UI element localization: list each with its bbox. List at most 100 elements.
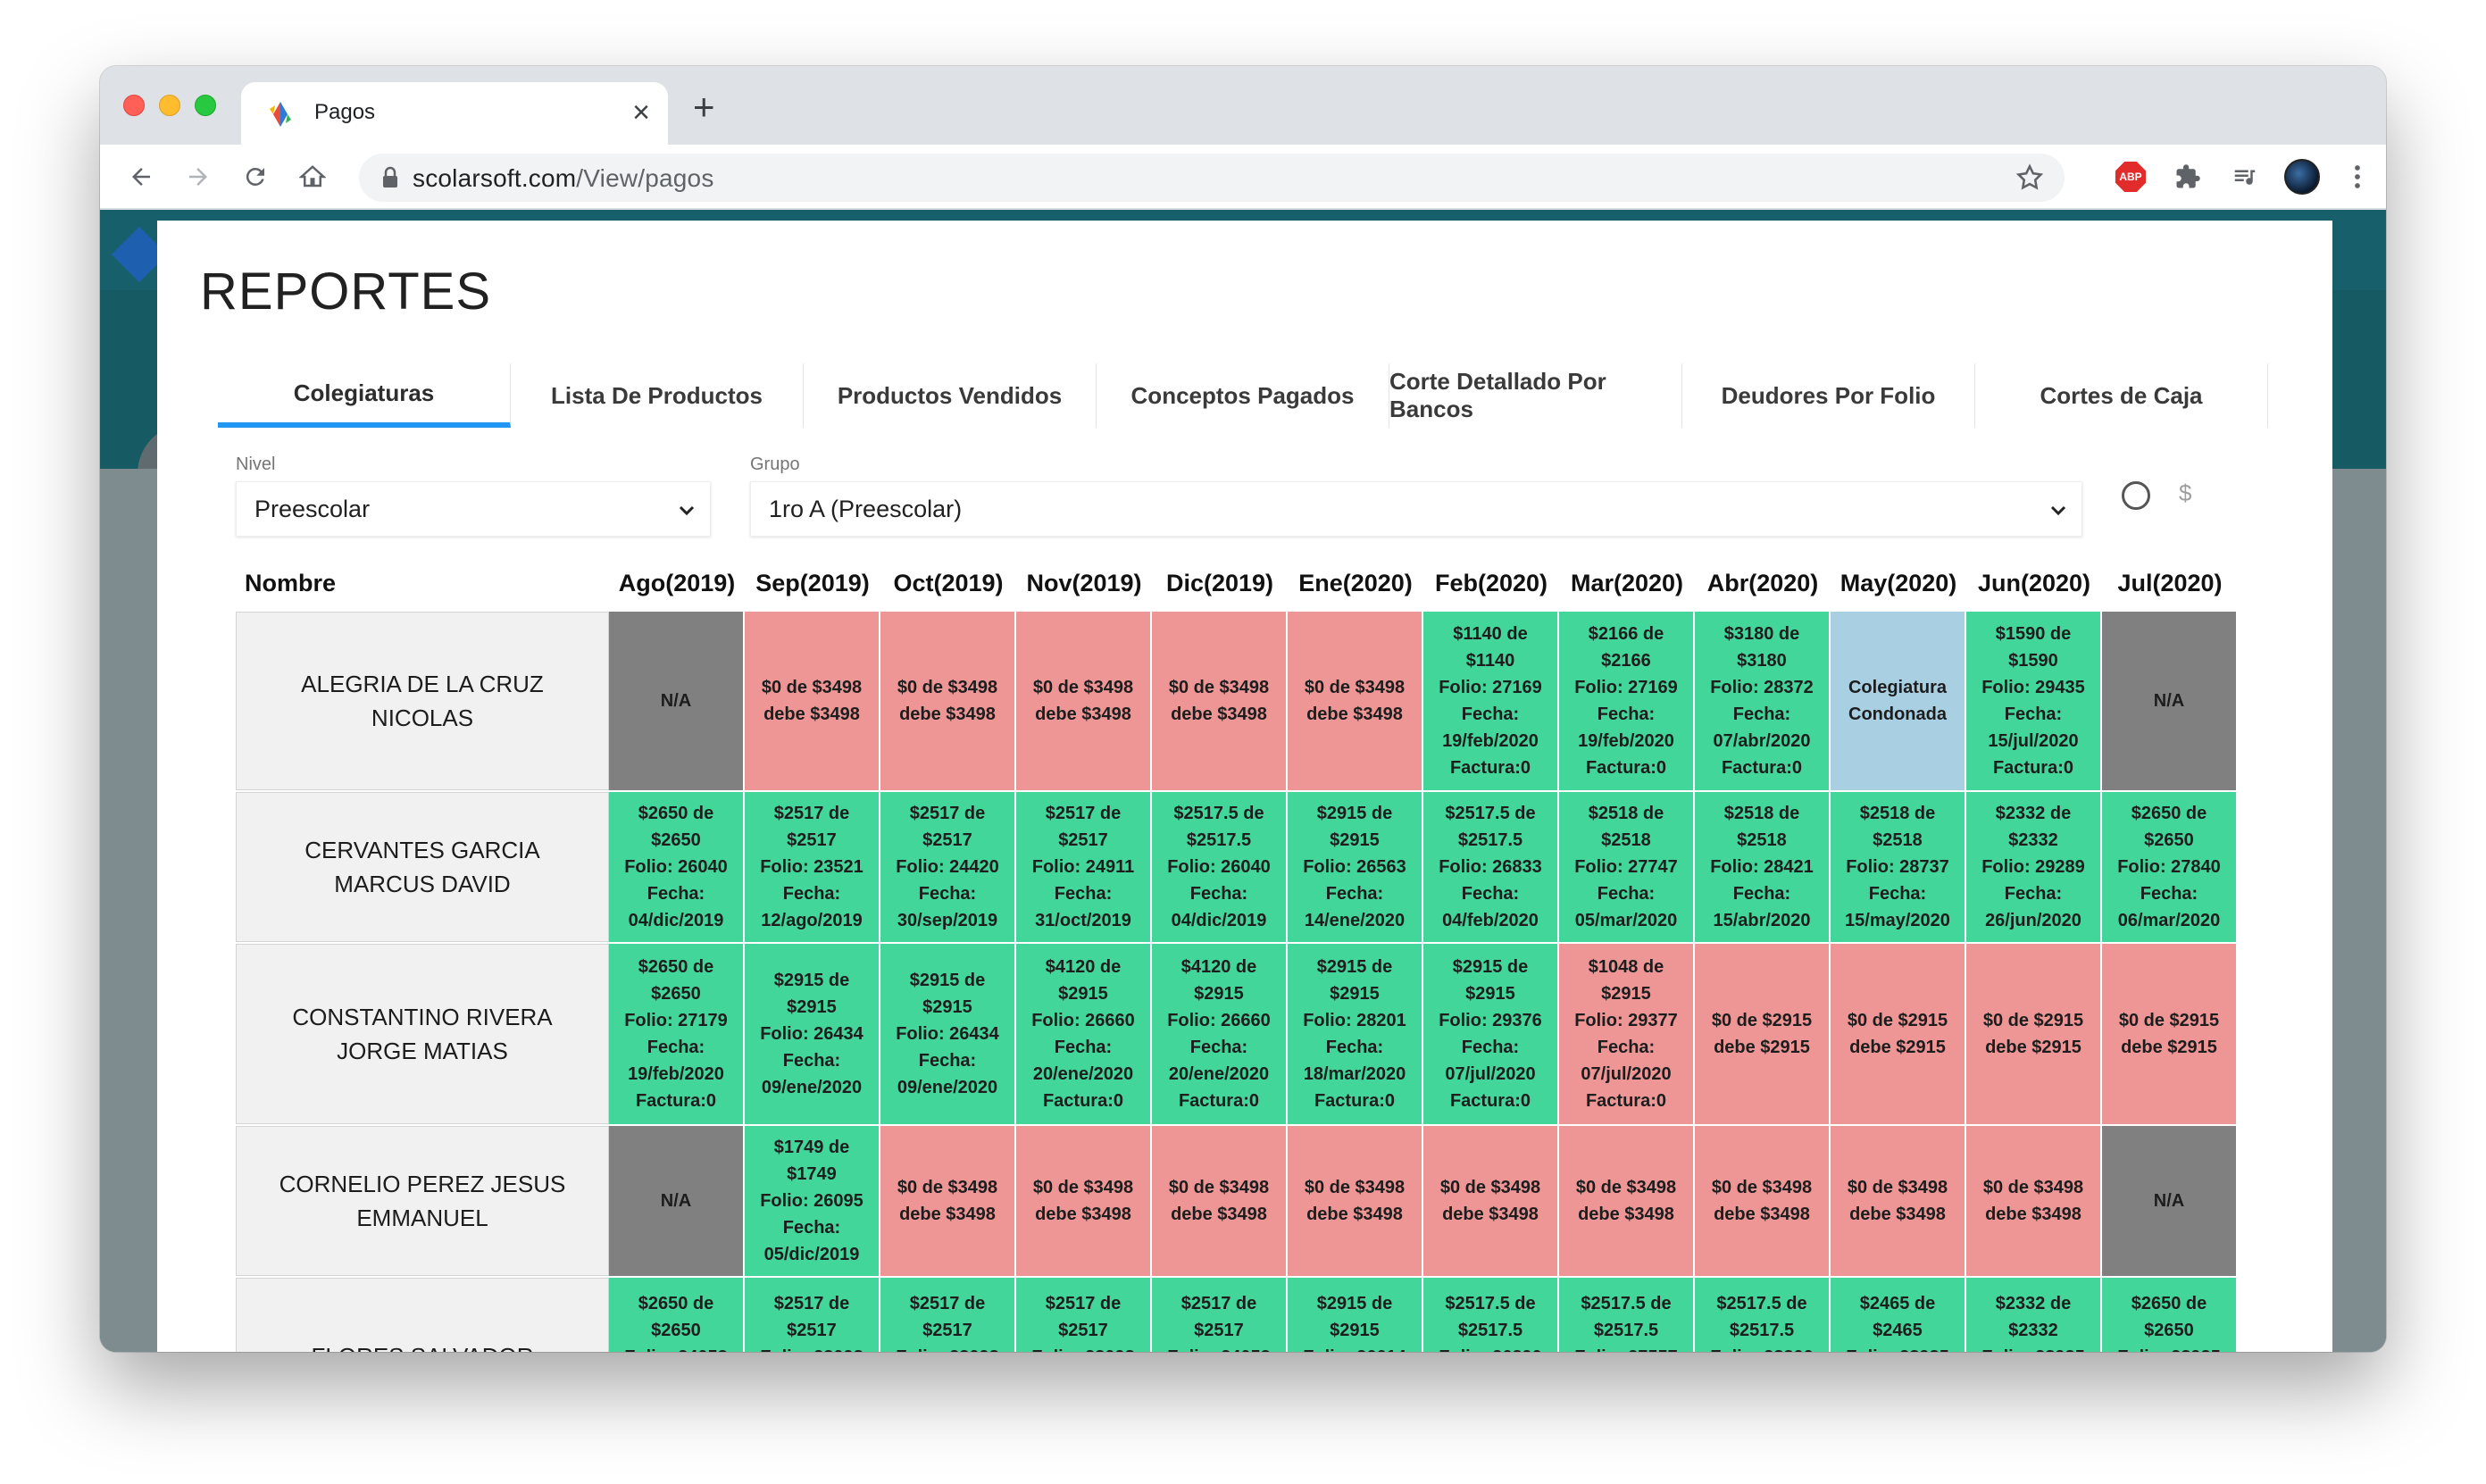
forward-icon[interactable] — [180, 159, 216, 195]
column-header-month: Jun(2020) — [1977, 569, 2091, 596]
payment-cell[interactable]: $0 de $3498 debe $3498 — [1288, 1126, 1423, 1276]
payment-cell[interactable]: $2517.5 de $2517.5 Folio: 28300 — [1695, 1278, 1831, 1352]
grupo-select[interactable]: 1ro A (Preescolar) — [750, 481, 2082, 537]
payment-cell[interactable]: $0 de $2915 debe $2915 — [1966, 944, 2102, 1124]
tab-conceptos-pagados[interactable]: Conceptos Pagados — [1097, 363, 1389, 428]
payment-cell[interactable]: N/A — [2102, 612, 2238, 790]
table-row[interactable]: CORNELIO PEREZ JESUS EMMANUEL N/A $1749 de… — [236, 1126, 2254, 1278]
back-icon[interactable] — [123, 159, 159, 195]
payment-cell[interactable]: $2518 de $2518 Folio: 28737 Fecha: 15/ma… — [1831, 792, 1966, 942]
new-tab-icon[interactable]: + — [693, 88, 715, 126]
payment-cell[interactable]: $2517 de $2517 Folio: 23098 — [1016, 1278, 1152, 1352]
payment-cell[interactable]: $2517.5 de $2517.5 Folio: 26833 Fecha: 0… — [1423, 792, 1559, 942]
payment-cell[interactable]: $0 de $3498 debe $3498 — [1966, 1126, 2102, 1276]
table-row[interactable]: CONSTANTINO RIVERA JORGE MATIAS $2650 de … — [236, 944, 2254, 1126]
payment-cell[interactable]: $2517 de $2517 Folio: 24053 — [1152, 1278, 1288, 1352]
payment-cell[interactable]: $2650 de $2650 Folio: 27840 Fecha: 06/ma… — [2102, 792, 2238, 942]
minimize-window-button[interactable] — [159, 95, 180, 116]
column-header-month: Oct(2019) — [893, 569, 1004, 596]
payment-cell[interactable]: $3180 de $3180 Folio: 28372 Fecha: 07/ab… — [1695, 612, 1831, 790]
tab-colegiaturas[interactable]: Colegiaturas — [218, 363, 511, 428]
payment-cell[interactable]: $2518 de $2518 Folio: 28421 Fecha: 15/ab… — [1695, 792, 1831, 942]
puzzle-icon[interactable] — [2170, 159, 2206, 195]
payment-cell[interactable]: $2650 de $2650 Folio: 26040 Fecha: 04/di… — [609, 792, 745, 942]
media-icon[interactable] — [2227, 159, 2263, 195]
table-row[interactable]: ALEGRIA DE LA CRUZ NICOLAS N/A $0 de $3498… — [236, 612, 2254, 792]
payment-cell[interactable]: $1749 de $1749 Folio: 26095 Fecha: 05/di… — [745, 1126, 880, 1276]
payment-cell[interactable]: $2915 de $2915 Folio: 29376 Fecha: 07/ju… — [1423, 944, 1559, 1124]
column-header-month: May(2020) — [1839, 569, 1957, 596]
payment-cell[interactable]: $0 de $2915 debe $2915 — [2102, 944, 2238, 1124]
payment-cell[interactable]: $2517.5 de $2517.5 Folio: 26890 — [1423, 1278, 1559, 1352]
payment-cell[interactable]: $2518 de $2518 Folio: 27747 Fecha: 05/ma… — [1559, 792, 1695, 942]
payment-cell[interactable]: N/A — [609, 612, 745, 790]
page-title: REPORTES — [200, 263, 492, 321]
nivel-select[interactable]: Preescolar — [236, 481, 711, 537]
tab-deudores-por-folio[interactable]: Deudores Por Folio — [1682, 363, 1975, 428]
payment-cell[interactable]: $2915 de $2915 Folio: 28201 Fecha: 18/ma… — [1288, 944, 1423, 1124]
profile-avatar[interactable] — [2284, 159, 2320, 195]
tab-close-icon[interactable]: × — [632, 95, 650, 130]
payment-cell[interactable]: $0 de $3498 debe $3498 — [1016, 612, 1152, 790]
chevron-down-icon — [679, 505, 695, 516]
payment-cell[interactable]: $2517 de $2517 Folio: 24911 Fecha: 31/oc… — [1016, 792, 1152, 942]
payment-cell[interactable]: $2517.5 de $2517.5 Folio: 27557 — [1559, 1278, 1695, 1352]
home-icon[interactable] — [295, 159, 330, 195]
payment-cell[interactable]: $2915 de $2915 Folio: 26434 Fecha: 09/en… — [880, 944, 1016, 1124]
payment-cell[interactable]: $0 de $3498 debe $3498 — [1152, 1126, 1288, 1276]
payment-cell[interactable]: $0 de $2915 debe $2915 — [1831, 944, 1966, 1124]
payment-cell[interactable]: $2332 de $2332 Folio: 28985 — [1966, 1278, 2102, 1352]
tab-productos-vendidos[interactable]: Productos Vendidos — [804, 363, 1097, 428]
payment-cell[interactable]: $2517 de $2517 Folio: 23521 Fecha: 12/ag… — [745, 792, 880, 942]
payment-cell[interactable]: $0 de $3498 debe $3498 — [880, 1126, 1016, 1276]
payment-cell[interactable]: $0 de $3498 debe $3498 — [1016, 1126, 1152, 1276]
tab-corte-detallado-por-bancos[interactable]: Corte Detallado Por Bancos — [1389, 363, 1682, 428]
payment-cell[interactable]: $2332 de $2332 Folio: 29289 Fecha: 26/ju… — [1966, 792, 2102, 942]
column-header-month: Ago(2019) — [618, 569, 736, 596]
payment-cell[interactable]: $2517 de $2517 Folio: 24420 Fecha: 30/se… — [880, 792, 1016, 942]
payment-cell[interactable]: $0 de $3498 debe $3498 — [745, 612, 880, 790]
payment-cell[interactable]: $0 de $3498 debe $3498 — [880, 612, 1016, 790]
payment-cell[interactable]: $0 de $3498 debe $3498 — [1559, 1126, 1695, 1276]
payment-cell[interactable]: $2166 de $2166 Folio: 27169 Fecha: 19/fe… — [1559, 612, 1695, 790]
payment-cell[interactable]: $2650 de $2650 Folio: 24053 — [609, 1278, 745, 1352]
maximize-window-button[interactable] — [195, 95, 216, 116]
payment-cell[interactable]: $0 de $3498 debe $3498 — [1152, 612, 1288, 790]
payment-cell[interactable]: $1140 de $1140 Folio: 27169 Fecha: 19/fe… — [1423, 612, 1559, 790]
close-window-button[interactable] — [123, 95, 145, 116]
payment-cell[interactable]: $0 de $3498 debe $3498 — [1831, 1126, 1966, 1276]
address-bar[interactable]: scolarsoft.com/View/pagos — [359, 154, 2065, 202]
payment-cell[interactable]: $4120 de $2915 Folio: 26660 Fecha: 20/en… — [1152, 944, 1288, 1124]
reload-icon[interactable] — [238, 159, 273, 195]
payment-cell[interactable]: $0 de $3498 debe $3498 — [1423, 1126, 1559, 1276]
payment-cell[interactable]: $1048 de $2915 Folio: 29377 Fecha: 07/ju… — [1559, 944, 1695, 1124]
abp-icon[interactable]: ABP — [2113, 159, 2148, 195]
payment-cell[interactable]: $2915 de $2915 Folio: 26563 Fecha: 14/en… — [1288, 792, 1423, 942]
bookmark-star-icon[interactable] — [2015, 163, 2045, 193]
payment-cell[interactable]: $2517 de $2517 Folio: 23098 — [880, 1278, 1016, 1352]
table-row[interactable]: FLORES SALVADOR BRANDON$2650 de $2650 Fo… — [236, 1278, 2254, 1352]
payment-cell[interactable]: $2650 de $2650 Folio: 27179 Fecha: 19/fe… — [609, 944, 745, 1124]
payment-cell[interactable]: $0 de $2915 debe $2915 — [1695, 944, 1831, 1124]
payment-cell[interactable]: $2465 de $2465 Folio: 28985 — [1831, 1278, 1966, 1352]
abp-label: ABP — [2115, 162, 2146, 192]
currency-icon[interactable]: $ — [2179, 479, 2191, 507]
tab-lista-de-productos[interactable]: Lista De Productos — [511, 363, 804, 428]
payment-cell[interactable]: Colegiatura Condonada — [1831, 612, 1966, 790]
payment-cell[interactable]: N/A — [609, 1126, 745, 1276]
browser-tab[interactable]: Pagos × — [241, 82, 668, 145]
payment-cell[interactable]: $1590 de $1590 Folio: 29435 Fecha: 15/ju… — [1966, 612, 2102, 790]
payment-cell[interactable]: $2915 de $2915 Folio: 26434 Fecha: 09/en… — [745, 944, 880, 1124]
table-row[interactable]: CERVANTES GARCIA MARCUS DAVID $2650 de $2… — [236, 792, 2254, 944]
radio-toggle[interactable] — [2122, 481, 2150, 510]
payment-cell[interactable]: $0 de $3498 debe $3498 — [1288, 612, 1423, 790]
tab-cortes-de-caja[interactable]: Cortes de Caja — [1975, 363, 2268, 428]
payment-cell[interactable]: $2915 de $2915 Folio: 26614 — [1288, 1278, 1423, 1352]
payment-cell[interactable]: N/A — [2102, 1126, 2238, 1276]
payment-cell[interactable]: $2650 de $2650 Folio: 28985 — [2102, 1278, 2238, 1352]
payment-cell[interactable]: $2517 de $2517 Folio: 23098 — [745, 1278, 880, 1352]
kebab-menu-icon[interactable] — [2340, 159, 2375, 195]
payment-cell[interactable]: $0 de $3498 debe $3498 — [1695, 1126, 1831, 1276]
payment-cell[interactable]: $4120 de $2915 Folio: 26660 Fecha: 20/en… — [1016, 944, 1152, 1124]
payment-cell[interactable]: $2517.5 de $2517.5 Folio: 26040 Fecha: 0… — [1152, 792, 1288, 942]
